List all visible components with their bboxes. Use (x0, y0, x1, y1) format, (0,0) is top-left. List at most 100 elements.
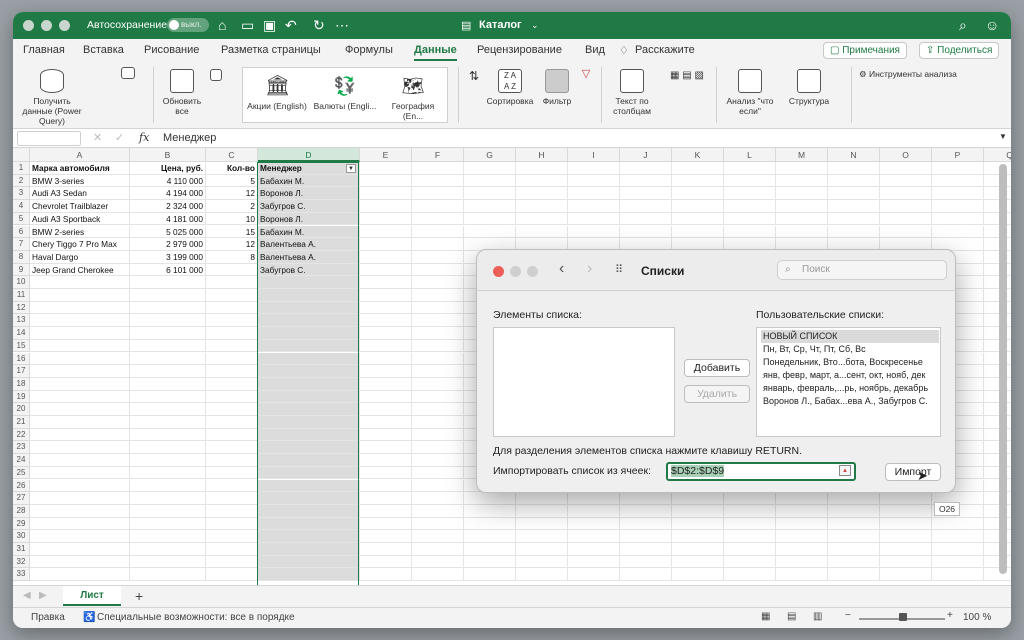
grid-cell[interactable] (30, 416, 130, 429)
row-header[interactable]: 20 (13, 403, 30, 416)
row-header[interactable]: 21 (13, 416, 30, 429)
grid-cell[interactable] (412, 377, 464, 391)
grid-cell[interactable] (30, 276, 130, 289)
account-icon[interactable]: ☺ (985, 17, 999, 33)
grid-cell[interactable] (360, 225, 412, 239)
grid-cell[interactable] (776, 568, 828, 582)
grid-cell[interactable]: BMW 2-series (30, 225, 130, 239)
share-button[interactable]: ⇪ Поделиться (919, 42, 1000, 59)
grid-cell[interactable] (360, 479, 412, 493)
grid-cell[interactable] (130, 479, 206, 493)
grid-cell[interactable] (880, 504, 932, 518)
grid-cell[interactable] (672, 504, 724, 518)
grid-cell[interactable]: Марка автомобиля (30, 162, 130, 175)
grid-cell[interactable] (130, 339, 206, 353)
existing-connections-button[interactable] (117, 67, 139, 82)
grid-cell[interactable] (516, 530, 568, 543)
grid-cell[interactable] (724, 543, 776, 556)
grid-cell[interactable] (724, 492, 776, 505)
grid-cell[interactable] (724, 530, 776, 543)
grid-cell[interactable] (258, 390, 360, 404)
grid-cell[interactable] (30, 339, 130, 353)
grid-cell[interactable] (258, 504, 360, 518)
grid-cell[interactable] (516, 543, 568, 556)
grid-cell[interactable] (516, 504, 568, 518)
grid-cell[interactable] (360, 162, 412, 175)
currencies-button[interactable]: 💱 Валюты (Engli... (313, 74, 377, 111)
grid-cell[interactable] (130, 492, 206, 505)
grid-cell[interactable] (412, 543, 464, 556)
grid-cell[interactable] (516, 517, 568, 531)
tab-draw[interactable]: Рисование (144, 44, 199, 56)
grid-cell[interactable] (932, 212, 984, 226)
grid-cell[interactable] (672, 200, 724, 213)
custom-list-item[interactable]: Воронов Л., Бабах...ева А., Забугров С. (761, 395, 939, 408)
column-header[interactable]: J (620, 148, 672, 162)
grid-cell[interactable] (672, 530, 724, 543)
grid-cell[interactable] (880, 530, 932, 543)
grid-cell[interactable] (360, 568, 412, 582)
grid-cell[interactable] (932, 174, 984, 188)
grid-cell[interactable] (130, 314, 206, 328)
custom-list-item[interactable]: янв, февр, март, а...сент, окт, нояб, де… (761, 369, 939, 382)
grid-cell[interactable] (828, 200, 880, 213)
what-if-button[interactable]: Анализ "что если" (721, 69, 779, 116)
grid-cell[interactable] (568, 543, 620, 556)
grid-cell[interactable]: Audi A3 Sedan (30, 187, 130, 201)
grid-cell[interactable] (776, 530, 828, 543)
grid-cell[interactable] (932, 555, 984, 569)
grid-cell[interactable] (30, 403, 130, 416)
grid-cell[interactable]: 15 (206, 225, 258, 239)
grid-cell[interactable] (206, 403, 258, 416)
zoom-in-button[interactable]: + (947, 610, 953, 621)
grid-cell[interactable] (130, 416, 206, 429)
dialog-close-button[interactable] (493, 266, 504, 277)
row-header[interactable]: 30 (13, 530, 30, 543)
grid-cell[interactable] (828, 187, 880, 201)
sort-az-button[interactable]: ⇅ (465, 70, 483, 82)
grid-cell[interactable] (880, 517, 932, 531)
grid-cell[interactable]: Валентьева А. (258, 250, 360, 264)
normal-view-icon[interactable]: ▦ (761, 611, 770, 622)
column-header[interactable]: K (672, 148, 724, 162)
grid-cell[interactable] (828, 517, 880, 531)
grid-cell[interactable] (464, 517, 516, 531)
grid-cell[interactable] (828, 212, 880, 226)
grid-cell[interactable] (724, 555, 776, 569)
grid-cell[interactable] (130, 365, 206, 378)
grid-cell[interactable] (932, 162, 984, 175)
grid-cell[interactable] (568, 530, 620, 543)
grid-cell[interactable] (412, 238, 464, 251)
row-header[interactable]: 25 (13, 466, 30, 480)
import-button[interactable]: Импорт (885, 463, 941, 481)
data-tools-buttons[interactable]: ▦ ▤ ▧ (661, 71, 713, 81)
row-header[interactable]: 5 (13, 212, 30, 226)
accessibility-status[interactable]: Специальные возможности: все в порядке (97, 612, 295, 623)
refresh-all-button[interactable]: Обновить все (161, 69, 203, 116)
grid-cell[interactable] (620, 200, 672, 213)
grid-cell[interactable] (880, 200, 932, 213)
zoom-out-button[interactable]: − (845, 610, 851, 621)
grid-cell[interactable] (258, 479, 360, 493)
grid-cell[interactable] (412, 454, 464, 467)
grid-cell[interactable] (412, 568, 464, 582)
grid-cell[interactable] (412, 263, 464, 277)
row-header[interactable]: 2 (13, 174, 30, 188)
grid-cell[interactable] (880, 492, 932, 505)
grid-cell[interactable] (360, 314, 412, 328)
undo-icon[interactable]: ↶ (285, 17, 297, 34)
grid-cell[interactable] (776, 174, 828, 188)
grid-cell[interactable] (568, 174, 620, 188)
cancel-icon[interactable]: ✕ (93, 131, 102, 144)
grid-cell[interactable] (30, 289, 130, 302)
column-header[interactable]: M (776, 148, 828, 162)
grid-cell[interactable] (130, 517, 206, 531)
grid-cell[interactable] (206, 466, 258, 480)
grid-cell[interactable] (206, 454, 258, 467)
row-header[interactable]: 10 (13, 276, 30, 289)
grid-cell[interactable] (412, 365, 464, 378)
column-header[interactable]: P (932, 148, 984, 162)
grid-cell[interactable] (206, 301, 258, 315)
grid-cell[interactable]: 5 (206, 174, 258, 188)
vertical-scrollbar[interactable] (999, 164, 1007, 574)
